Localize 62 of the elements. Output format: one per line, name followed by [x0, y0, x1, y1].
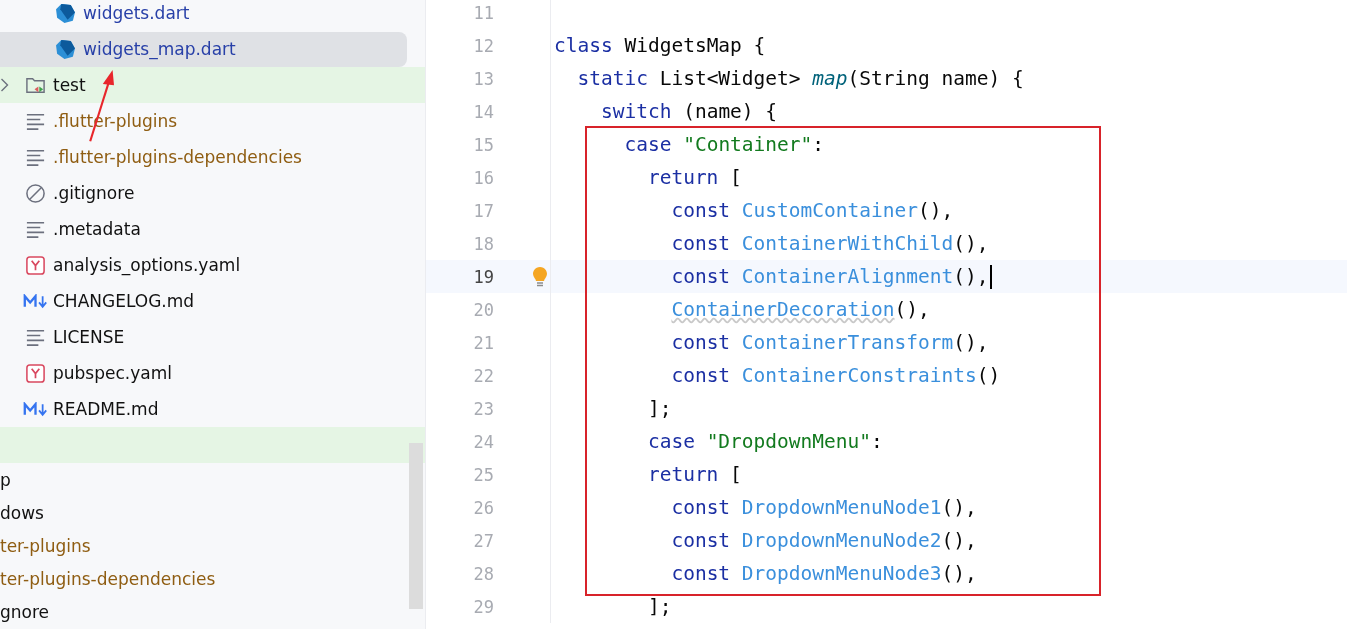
code-line: const ContainerWithChild(),	[670, 232, 989, 255]
line-number: 20	[472, 299, 494, 320]
line-number: 16	[472, 167, 494, 188]
line-number: 26	[472, 497, 494, 518]
code-line: return [	[646, 166, 742, 189]
scrollbar[interactable]	[409, 443, 423, 609]
code-line: case "Container":	[623, 133, 825, 156]
code-line: switch (name) {	[599, 100, 778, 123]
code-line: ];	[646, 397, 672, 420]
file-item[interactable]: .metadata	[0, 211, 407, 247]
line-number: 27	[472, 530, 494, 551]
code-line: const DropdownMenuNode3(),	[670, 562, 977, 585]
line-number: 25	[472, 464, 494, 485]
line-number: 11	[472, 2, 494, 23]
line-number: 24	[472, 431, 494, 452]
file-item[interactable]: p	[0, 469, 11, 490]
file-item[interactable]: gnore	[0, 601, 50, 622]
code-line: const CustomContainer(),	[670, 199, 954, 222]
line-number: 15	[472, 134, 494, 155]
file-item[interactable]: LICENSE	[0, 319, 407, 355]
code-line: return [	[646, 463, 742, 486]
code-line: const ContainerConstraints()	[670, 364, 1001, 387]
yaml-file-icon	[25, 362, 46, 384]
line-number: 18	[472, 233, 494, 254]
yaml-file-icon	[25, 254, 46, 276]
markdown-icon	[23, 401, 48, 417]
markdown-icon	[23, 293, 48, 309]
code-line: ContainerDecoration(),	[670, 298, 930, 321]
line-number: 29	[472, 596, 494, 617]
line-number: 22	[472, 365, 494, 386]
code-line: ];	[646, 595, 672, 618]
file-item[interactable]: widgets.dart	[0, 0, 407, 31]
code-line: const ContainerTransform(),	[670, 331, 989, 354]
file-item[interactable]: README.md	[0, 391, 407, 427]
file-item[interactable]: analysis_options.yaml	[0, 247, 407, 283]
file-item[interactable]: ter-plugins	[0, 535, 91, 556]
code-line: const DropdownMenuNode1(),	[670, 496, 977, 519]
line-number: 12	[472, 35, 494, 56]
code-line: class WidgetsMap {	[554, 34, 766, 57]
code-line: const ContainerAlignment(),	[670, 265, 989, 288]
line-number: 14	[472, 101, 494, 122]
file-item[interactable]: dows	[0, 502, 44, 523]
file-item[interactable]: .gitignore	[0, 175, 407, 211]
dart-icon	[55, 2, 76, 24]
line-number: 13	[472, 68, 494, 89]
code-line: static List<Widget> map(String name) {	[576, 67, 1024, 90]
line-number: 17	[472, 200, 494, 221]
lightbulb-icon[interactable]	[532, 265, 548, 288]
ignore-icon	[25, 182, 46, 204]
chevron-icon[interactable]	[0, 78, 9, 92]
line-number: 19	[472, 266, 494, 287]
file-item[interactable]: CHANGELOG.md	[0, 283, 407, 319]
line-number: 28	[472, 563, 494, 584]
line-number: 21	[472, 332, 494, 353]
code-line: case "DropdownMenu":	[646, 430, 883, 453]
line-number: 23	[472, 398, 494, 419]
code-line: const DropdownMenuNode2(),	[670, 529, 977, 552]
file-item[interactable]: ter-plugins-dependencies	[0, 568, 216, 589]
dart-icon	[55, 38, 76, 60]
file-item[interactable]: pubspec.yaml	[0, 355, 407, 391]
file-item[interactable]: widgets_map.dart	[0, 31, 407, 67]
file-item[interactable]: .flutter-plugins-dependencies	[0, 139, 407, 175]
